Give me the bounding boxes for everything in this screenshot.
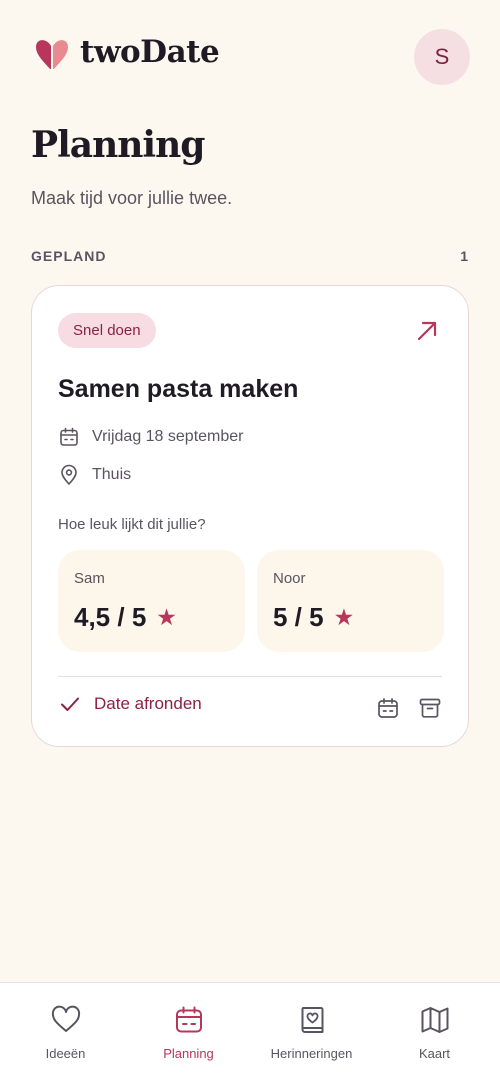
map-icon — [421, 1007, 448, 1033]
rating-card-sam: Sam 4,5 / 5 ★ — [58, 550, 245, 652]
reschedule-calendar-icon[interactable] — [376, 696, 400, 720]
avatar[interactable]: S — [414, 29, 470, 85]
nav-item-herinneringen[interactable]: Herinneringen — [249, 983, 374, 1082]
rating-score: 4,5 / 5 ★ — [74, 602, 177, 633]
section-count: 1 — [460, 248, 468, 264]
date-text: Vrijdag 18 september — [92, 428, 244, 445]
nav-item-ideeen[interactable]: Ideeën — [3, 983, 128, 1082]
rating-name: Sam — [74, 570, 105, 587]
date-row: Vrijdag 18 september — [58, 426, 244, 448]
rating-question: Hoe leuk lijkt dit jullie? — [58, 516, 206, 533]
star-icon: ★ — [333, 604, 355, 630]
tag-badge: Snel doen — [58, 313, 156, 348]
heart-icon — [51, 1005, 80, 1032]
page-subtitle: Maak tijd voor jullie twee. — [31, 188, 233, 208]
nav-label: Planning — [163, 1046, 214, 1061]
section-label: GEPLAND — [31, 248, 107, 264]
location-row: Thuis — [58, 464, 131, 486]
rating-name: Noor — [273, 570, 306, 587]
memory-book-icon — [301, 1007, 323, 1033]
nav-label: Herinneringen — [270, 1046, 353, 1061]
finish-date-label: Date afronden — [94, 694, 202, 713]
nav-item-kaart[interactable]: Kaart — [372, 983, 497, 1082]
checkmark-icon — [61, 697, 79, 711]
location-pin-icon — [61, 464, 77, 485]
rating-score-text: 5 / 5 — [273, 602, 324, 632]
archive-icon[interactable] — [418, 696, 442, 720]
app-logo: twoDate — [34, 34, 220, 72]
nav-label: Ideeën — [45, 1046, 86, 1061]
star-icon: ★ — [156, 604, 177, 630]
bottom-navigation: Ideeën Planning Herinneringen Kaart — [0, 982, 500, 1082]
calendar-icon — [175, 1006, 202, 1033]
rating-score: 5 / 5 ★ — [273, 602, 354, 633]
card-divider — [58, 676, 442, 677]
location-text: Thuis — [92, 466, 132, 483]
finish-date-button[interactable]: Date afronden — [60, 694, 202, 714]
heart-logo-icon — [36, 40, 68, 69]
page-title: Planning — [31, 124, 205, 166]
calendar-icon — [60, 427, 78, 446]
nav-label: Kaart — [418, 1046, 451, 1061]
card-title: Samen pasta maken — [58, 375, 299, 403]
date-card[interactable]: Snel doen Samen pasta maken Vrijdag 18 s… — [31, 285, 469, 747]
rating-card-noor: Noor 5 / 5 ★ — [257, 550, 444, 652]
arrow-up-right-icon[interactable] — [414, 318, 440, 344]
nav-item-planning[interactable]: Planning — [126, 983, 251, 1082]
app-name: twoDate — [80, 34, 220, 70]
rating-score-text: 4,5 / 5 — [74, 602, 147, 632]
app-header: twoDate S — [0, 0, 500, 110]
